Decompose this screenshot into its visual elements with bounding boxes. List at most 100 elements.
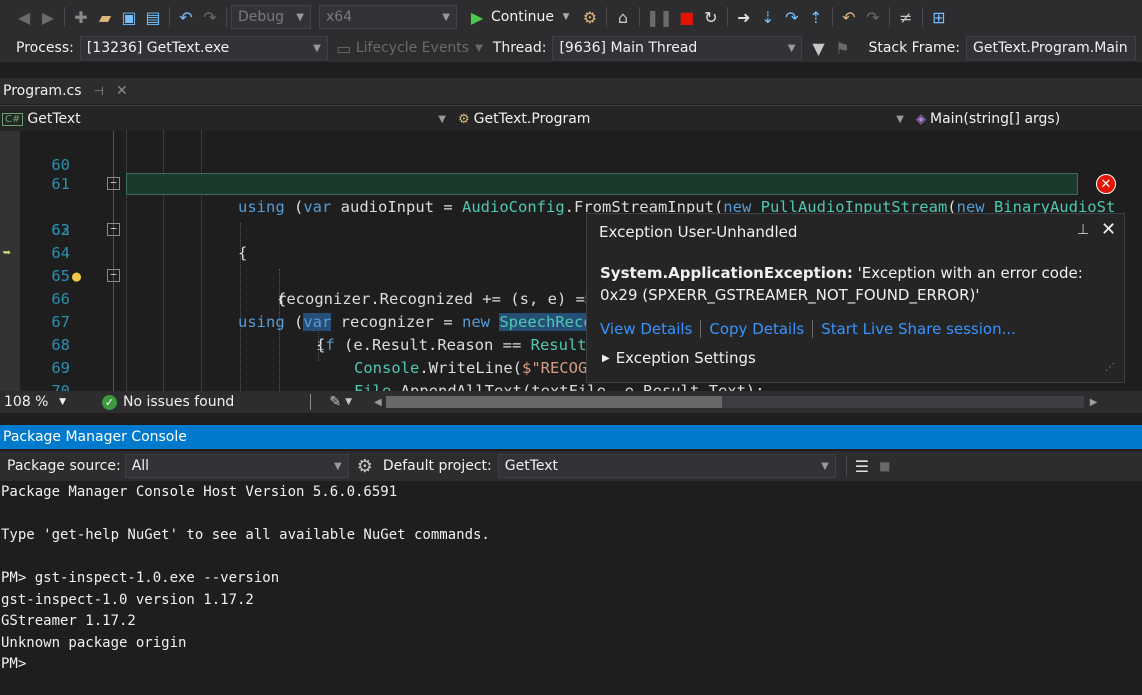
process-value: [13236] GetText.exe [86, 40, 230, 56]
stop-command-icon[interactable]: ■ [879, 459, 890, 473]
continue-play-icon[interactable]: ▶ [467, 4, 487, 30]
chevron-down-icon: ▼ [821, 460, 829, 472]
link-separator [812, 320, 814, 338]
scroll-right-icon[interactable]: ▶ [1090, 397, 1098, 408]
break-all-icon[interactable]: ❚❚ [646, 4, 673, 30]
exception-links: View Details Copy Details Start Live Sha… [600, 320, 1016, 338]
pin-icon[interactable]: ⊥ [1077, 222, 1089, 238]
code-line: 61 using (var audioInput = AudioConfig.F… [0, 150, 1142, 216]
solution-configuration-value: Debug [238, 9, 285, 25]
show-next-statement-icon[interactable]: ➜ [734, 4, 754, 30]
scroll-left-icon[interactable]: ◀ [374, 397, 382, 408]
package-source-select[interactable]: All ▼ [124, 454, 349, 478]
default-project-select[interactable]: GetText ▼ [497, 454, 836, 478]
pin-icon[interactable]: ⊣ [94, 84, 104, 98]
toolbar-separator [638, 7, 640, 27]
pmc-title: Package Manager Console [3, 429, 187, 445]
code-cleanup-icon[interactable]: ✎ [329, 394, 341, 410]
console-prompt[interactable]: PM> [1, 656, 26, 672]
thread-label: Thread: [492, 40, 547, 56]
open-folder-icon[interactable]: ▰ [95, 4, 115, 30]
settings-gear-icon[interactable]: ⚙ [357, 456, 373, 477]
hex-display-icon[interactable]: ≠ [896, 4, 916, 30]
pmc-title-bar[interactable]: Package Manager Console [0, 425, 1142, 449]
console-line: PM> gst-inspect-1.0.exe --version [1, 570, 280, 586]
toolbar-separator [226, 7, 227, 27]
step-forward-icon[interactable]: ↷ [863, 4, 883, 30]
restart-icon[interactable]: ↻ [701, 4, 721, 30]
browser-link-icon[interactable]: ⌂ [613, 4, 633, 30]
process-select[interactable]: [13236] GetText.exe ▼ [79, 36, 328, 60]
pmc-console-output[interactable]: Package Manager Console Host Version 5.6… [0, 481, 1142, 695]
view-details-link[interactable]: View Details [600, 320, 692, 338]
chevron-down-icon[interactable]: ▼ [345, 397, 352, 407]
copy-details-link[interactable]: Copy Details [709, 320, 804, 338]
type-select[interactable]: ⚙ GetText.Program ▼ [458, 108, 908, 130]
collapse-toggle-icon[interactable]: − [107, 223, 120, 236]
close-icon[interactable]: ✕ [116, 83, 128, 99]
undo-icon[interactable]: ↶ [176, 4, 196, 30]
solution-configuration-select[interactable]: Debug ▼ [231, 5, 311, 29]
default-project-label: Default project: [382, 458, 492, 474]
collapse-toggle-icon[interactable]: − [107, 269, 120, 282]
console-line: gst-inspect-1.0 version 1.17.2 [1, 592, 254, 608]
check-circle-icon: ✓ [102, 394, 117, 410]
close-icon[interactable]: ✕ [1101, 219, 1116, 240]
exception-settings-toggle[interactable]: ▶ Exception Settings [602, 349, 756, 367]
resize-grip-icon[interactable]: ⋰ [1105, 362, 1115, 373]
horizontal-scrollbar[interactable] [385, 396, 1084, 408]
redo-icon[interactable]: ↷ [200, 4, 220, 30]
project-value: GetText [27, 111, 81, 127]
exception-message: System.ApplicationException: 'Exception … [600, 262, 1100, 306]
project-select[interactable]: C# GetText ▼ [2, 108, 450, 130]
continue-button[interactable]: Continue [491, 9, 554, 25]
main-toolbar: ◀ ▶ ✚ ▰ ▣ ▤ ↶ ↷ Debug ▼ x64 ▼ ▶ Continue… [0, 0, 1142, 34]
zoom-select[interactable]: 108 % ▼ [0, 392, 70, 412]
filter-icon[interactable]: ▼ [808, 35, 828, 61]
forward-icon[interactable]: ▶ [38, 4, 58, 30]
console-line: GStreamer 1.17.2 [1, 613, 136, 629]
link-separator [700, 320, 702, 338]
stack-frame-select[interactable]: GetText.Program.Main [966, 36, 1137, 60]
collapse-toggle-icon[interactable]: − [107, 177, 120, 190]
toolbar-separator [169, 7, 170, 27]
toolbar-separator [921, 7, 923, 27]
issues-status[interactable]: No issues found [123, 394, 234, 410]
lifecycle-events-menu[interactable]: Lifecycle Events [356, 40, 469, 56]
step-back-icon[interactable]: ↶ [839, 4, 859, 30]
save-icon[interactable]: ▣ [119, 4, 139, 30]
chevron-down-icon: ▼ [438, 113, 446, 125]
editor-status-bar: 108 % ▼ ✓ No issues found ✎ ▼ ◀ ▶ [0, 391, 1142, 413]
step-over-icon[interactable]: ↷ [782, 4, 802, 30]
chevron-down-icon: ▼ [475, 42, 483, 54]
navigation-bar: C# GetText ▼ ⚙ GetText.Program ▼ ◈ Main(… [0, 105, 1142, 132]
zoom-value: 108 % [4, 394, 49, 410]
csharp-project-icon: C# [2, 112, 24, 126]
attach-debugger-icon[interactable]: ⚙ [580, 4, 600, 30]
tab-label: Program.cs [3, 83, 82, 99]
current-statement-highlight [126, 173, 1078, 195]
chevron-down-icon: ▼ [896, 113, 904, 125]
chevron-down-icon[interactable]: ▼ [556, 4, 576, 30]
console-line: Unknown package origin [1, 635, 187, 651]
flag-threads-icon[interactable]: ⚑ [832, 35, 852, 61]
clear-console-icon[interactable]: ☰ [855, 457, 869, 476]
save-all-icon[interactable]: ▤ [143, 4, 163, 30]
new-item-icon[interactable]: ✚ [71, 4, 91, 30]
live-share-link[interactable]: Start Live Share session... [821, 320, 1016, 338]
back-icon[interactable]: ◀ [14, 4, 34, 30]
horizontal-scrollbar-thumb[interactable] [385, 396, 722, 408]
error-icon[interactable]: ✕ [1096, 174, 1116, 194]
chevron-down-icon: ▼ [296, 11, 304, 23]
stop-debugging-icon[interactable]: ■ [677, 4, 697, 30]
thread-select[interactable]: [9636] Main Thread ▼ [552, 36, 803, 60]
package-source-label: Package source: [7, 458, 121, 474]
package-source-value: All [131, 458, 150, 474]
threads-icon[interactable]: ⊞ [929, 4, 949, 30]
tab-program-cs[interactable]: Program.cs ⊣ ✕ [0, 78, 134, 104]
solution-platform-select[interactable]: x64 ▼ [319, 5, 457, 29]
step-out-icon[interactable]: ⇡ [806, 4, 826, 30]
member-select[interactable]: ◈ Main(string[] args) [916, 108, 1142, 130]
step-into-icon[interactable]: ⇣ [758, 4, 778, 30]
chevron-down-icon: ▼ [334, 460, 342, 472]
